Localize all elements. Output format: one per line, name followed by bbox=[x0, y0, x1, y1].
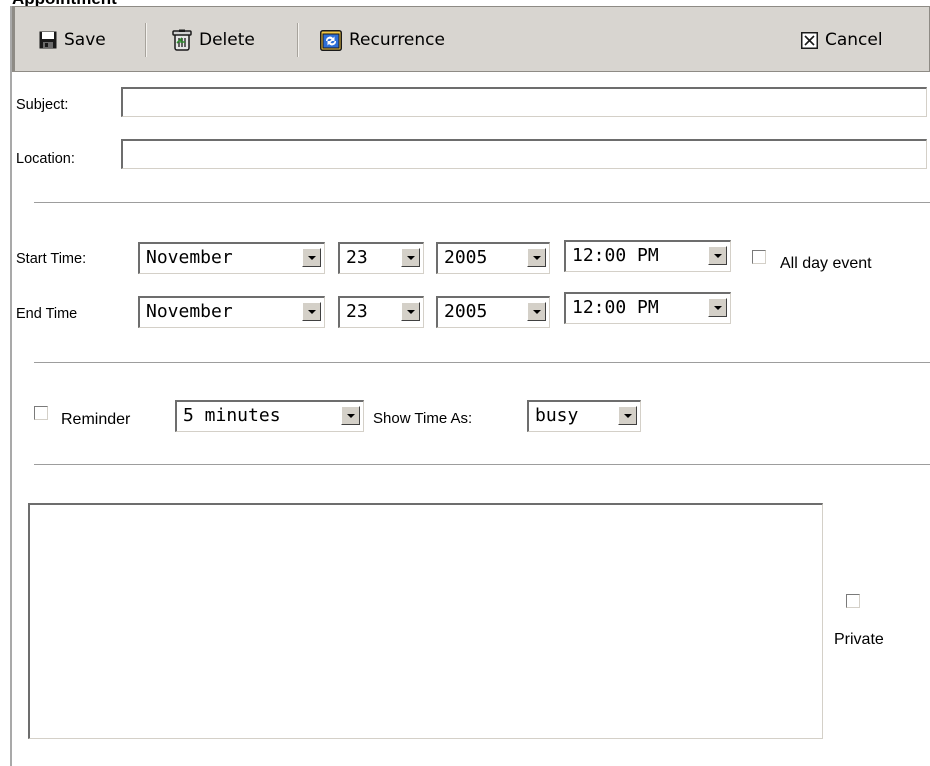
chevron-down-icon[interactable] bbox=[302, 248, 321, 267]
end-month-value: November bbox=[146, 301, 233, 322]
delete-label: Delete bbox=[199, 30, 255, 50]
location-label: Location: bbox=[16, 151, 75, 167]
start-month-value: November bbox=[146, 247, 233, 268]
toolbar-separator bbox=[297, 23, 299, 57]
all-day-label: All day event bbox=[780, 255, 872, 272]
end-month-select[interactable]: November bbox=[138, 296, 325, 328]
chevron-down-icon[interactable] bbox=[527, 248, 546, 267]
start-month-select[interactable]: November bbox=[138, 242, 325, 274]
show-time-as-value: busy bbox=[535, 405, 579, 426]
floppy-disk-icon bbox=[39, 31, 57, 49]
cancel-label: Cancel bbox=[825, 30, 883, 50]
show-time-as-select[interactable]: busy bbox=[527, 400, 641, 432]
save-label: Save bbox=[64, 30, 106, 50]
reminder-label: Reminder bbox=[61, 411, 131, 428]
start-time-value: 12:00 PM bbox=[572, 245, 659, 266]
start-day-value: 23 bbox=[346, 247, 368, 268]
end-year-select[interactable]: 2005 bbox=[436, 296, 550, 328]
private-checkbox[interactable] bbox=[846, 594, 860, 608]
toolbar: Save Delete Recurrence Cancel bbox=[12, 6, 930, 72]
chevron-down-icon[interactable] bbox=[341, 406, 360, 425]
reminder-value: 5 minutes bbox=[183, 405, 281, 426]
notes-textarea[interactable] bbox=[28, 503, 823, 739]
reminder-select[interactable]: 5 minutes bbox=[175, 400, 364, 432]
recurrence-calendar-icon bbox=[320, 29, 342, 51]
recurrence-button[interactable]: Recurrence bbox=[320, 7, 445, 73]
end-time-label: End Time bbox=[16, 306, 78, 322]
close-box-icon bbox=[801, 31, 818, 49]
trash-can-icon bbox=[172, 29, 192, 51]
recurrence-label: Recurrence bbox=[349, 30, 445, 50]
chevron-down-icon[interactable] bbox=[708, 246, 727, 265]
start-year-select[interactable]: 2005 bbox=[436, 242, 550, 274]
start-year-value: 2005 bbox=[444, 247, 488, 268]
toolbar-separator bbox=[145, 23, 147, 57]
chevron-down-icon[interactable] bbox=[708, 298, 727, 317]
private-label: Private bbox=[834, 631, 884, 648]
subject-label: Subject: bbox=[16, 97, 69, 113]
chevron-down-icon[interactable] bbox=[401, 248, 420, 267]
divider bbox=[34, 464, 930, 466]
location-input[interactable] bbox=[121, 139, 927, 169]
chevron-down-icon[interactable] bbox=[401, 302, 420, 321]
chevron-down-icon[interactable] bbox=[618, 406, 637, 425]
start-day-select[interactable]: 23 bbox=[338, 242, 424, 274]
end-time-select[interactable]: 12:00 PM bbox=[564, 292, 731, 324]
end-day-value: 23 bbox=[346, 301, 368, 322]
divider bbox=[34, 362, 930, 364]
appointment-form: Save Delete Recurrence Cancel Subject: L… bbox=[10, 6, 930, 766]
delete-button[interactable]: Delete bbox=[172, 7, 255, 73]
start-time-select[interactable]: 12:00 PM bbox=[564, 240, 731, 272]
subject-input[interactable] bbox=[121, 87, 927, 117]
end-day-select[interactable]: 23 bbox=[338, 296, 424, 328]
end-time-value: 12:00 PM bbox=[572, 297, 659, 318]
cancel-button[interactable]: Cancel bbox=[801, 7, 883, 73]
divider bbox=[34, 202, 930, 204]
save-button[interactable]: Save bbox=[39, 7, 106, 73]
chevron-down-icon[interactable] bbox=[302, 302, 321, 321]
start-time-label: Start Time: bbox=[16, 251, 87, 267]
all-day-checkbox[interactable] bbox=[752, 250, 766, 264]
show-time-as-label: Show Time As: bbox=[373, 410, 473, 427]
reminder-checkbox[interactable] bbox=[34, 406, 48, 420]
end-year-value: 2005 bbox=[444, 301, 488, 322]
chevron-down-icon[interactable] bbox=[527, 302, 546, 321]
